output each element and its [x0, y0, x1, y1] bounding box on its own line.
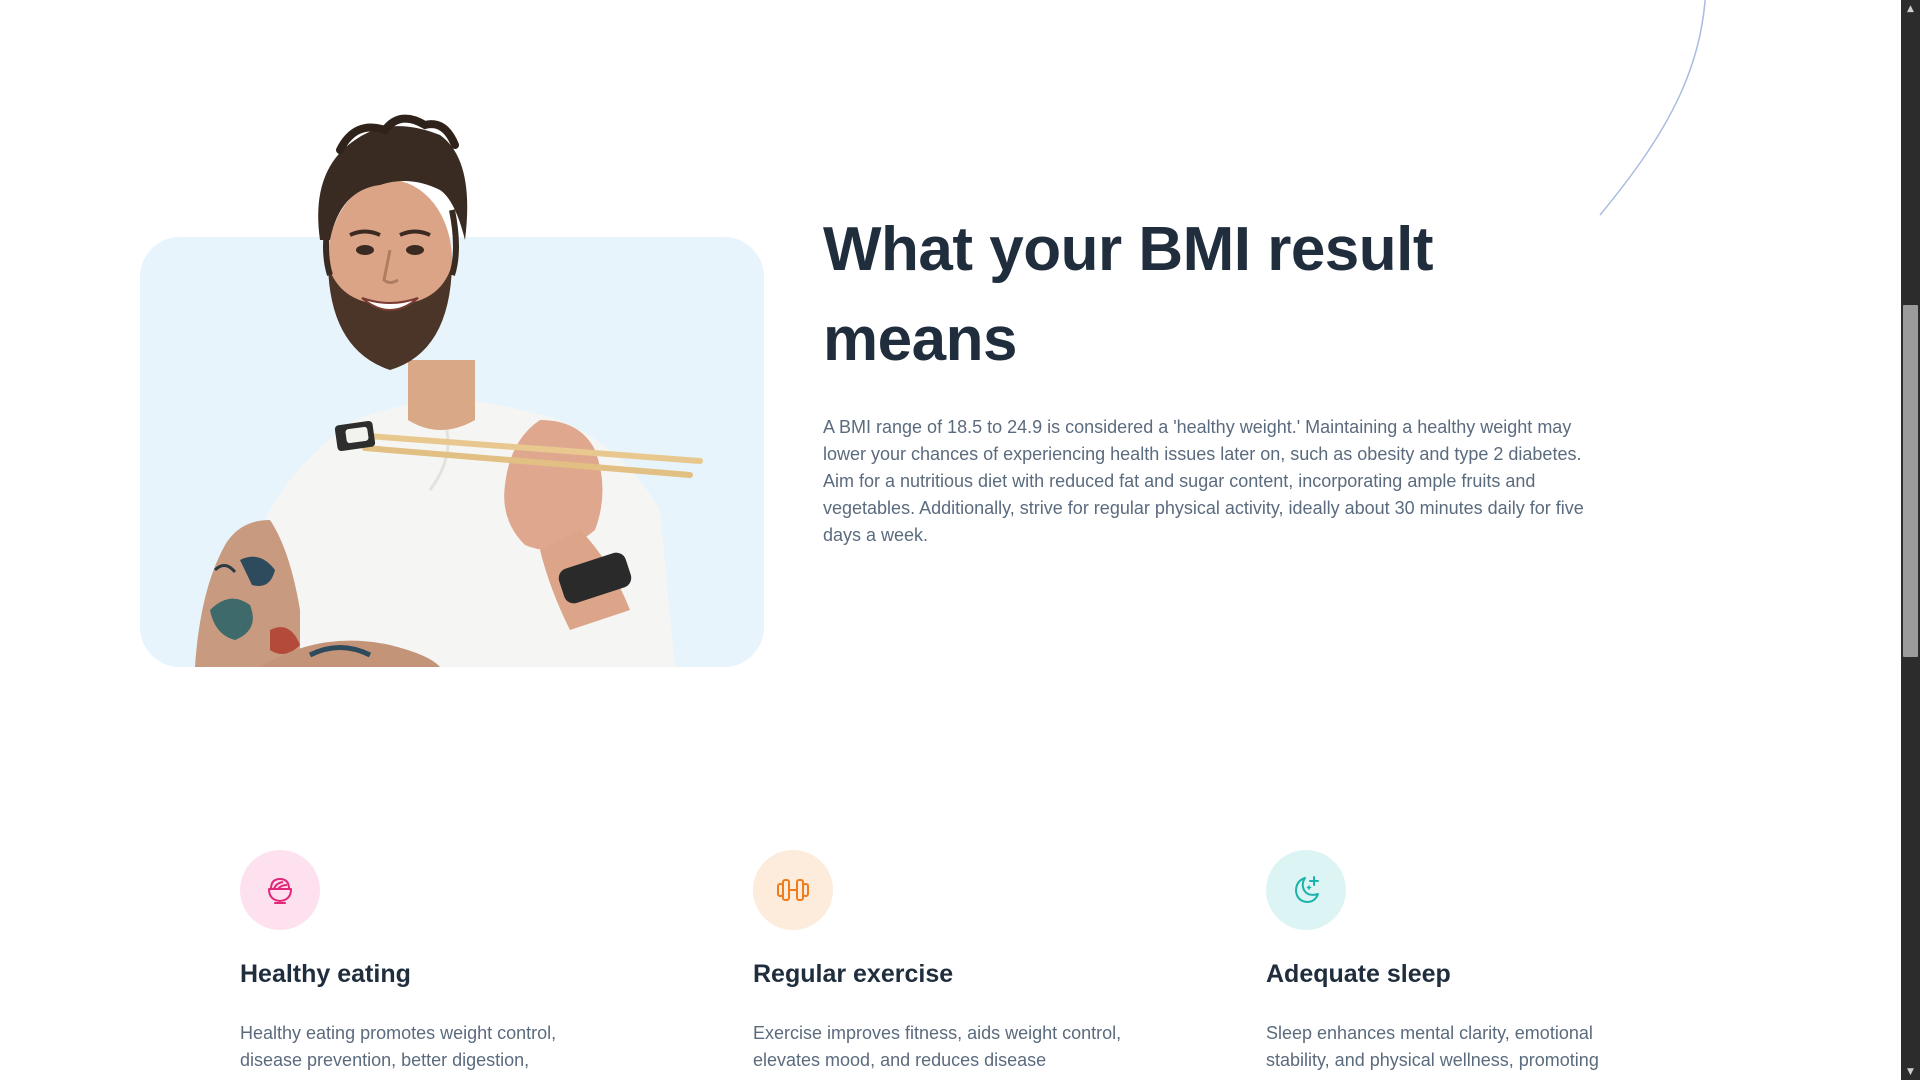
moon-stars-icon — [1295, 876, 1319, 903]
triangle-up-icon[interactable]: ▲ — [1901, 0, 1920, 17]
feature-text: Healthy eating promotes weight control, … — [240, 1023, 557, 1070]
triangle-down-icon[interactable]: ▼ — [1901, 1063, 1920, 1080]
feature-title: Healthy eating — [240, 960, 411, 988]
feature-healthy-eating: Healthy eating Healthy eating promotes w… — [240, 850, 660, 1074]
feature-text: Exercise improves fitness, aids weight c… — [753, 1023, 1122, 1070]
feature-title: Adequate sleep — [1266, 960, 1451, 988]
feature-list: Healthy eating Healthy eating promotes w… — [240, 850, 1640, 1080]
decorative-arc — [1599, 0, 1706, 216]
feature-icon-circle — [1266, 850, 1346, 930]
dumbbell-icon — [777, 879, 809, 901]
feature-icon-circle — [753, 850, 833, 930]
feature-regular-exercise: Regular exercise Exercise improves fitne… — [753, 850, 1173, 1074]
scrollbar-thumb[interactable] — [1903, 305, 1918, 657]
bowl-icon — [268, 877, 292, 904]
feature-adequate-sleep: Adequate sleep Sleep enhances mental cla… — [1266, 850, 1686, 1074]
feature-text: Sleep enhances mental clarity, emotional… — [1266, 1023, 1599, 1070]
section-description: A BMI range of 18.5 to 24.9 is considere… — [823, 417, 1584, 545]
section-title: What your BMI result means — [823, 215, 1434, 374]
page-viewport: What your BMI result means A BMI range o… — [0, 0, 1901, 1080]
feature-title: Regular exercise — [753, 960, 954, 988]
vertical-scrollbar[interactable]: ▲ ▼ — [1901, 0, 1920, 1080]
feature-icon-circle — [240, 850, 320, 930]
man-with-chopsticks-image — [195, 114, 703, 667]
